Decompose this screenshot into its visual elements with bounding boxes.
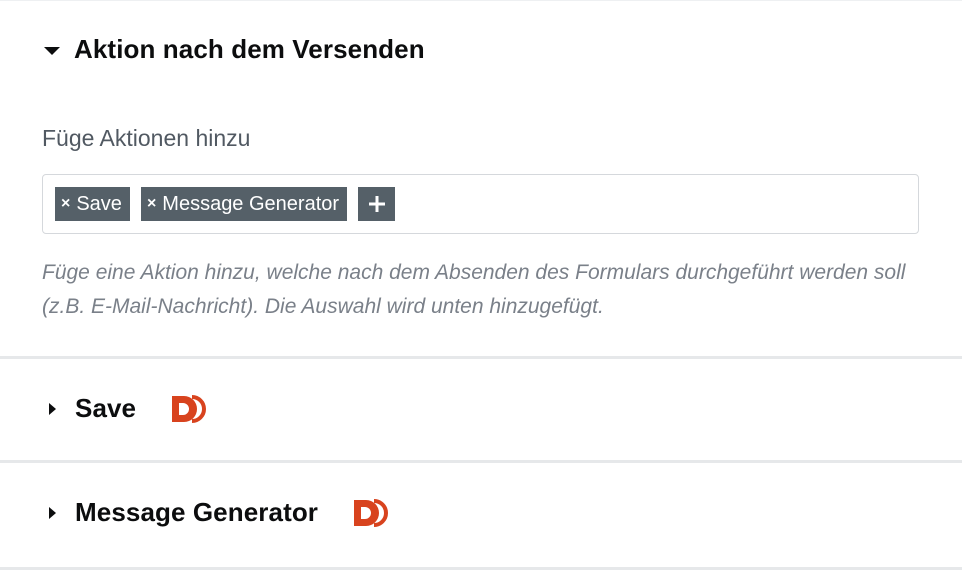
remove-tag-save-icon[interactable]: × [61, 195, 70, 213]
section-after-submit: Aktion nach dem Versenden Füge Aktionen … [0, 0, 962, 356]
actions-field-label: Füge Aktionen hinzu [42, 125, 251, 151]
actions-help-text: Füge eine Aktion hinzu, welche nach dem … [42, 261, 906, 318]
dynamic-content-logo-icon [354, 498, 389, 527]
tag-label: Save [76, 192, 122, 215]
section-message-generator-header[interactable]: Message Generator [44, 497, 390, 528]
section-title: Message Generator [75, 497, 319, 527]
section-divider [0, 567, 962, 572]
tag-message-generator: × Message Generator [140, 187, 348, 221]
remove-tag-message-generator-icon[interactable]: × [147, 195, 156, 213]
tag-save: × Save [55, 187, 130, 221]
caret-down-icon [44, 46, 60, 55]
dynamic-content-logo-icon [172, 394, 207, 423]
tag-label: Message Generator [162, 192, 340, 215]
section-save: Save [0, 356, 962, 460]
section-message-generator: Message Generator [0, 460, 962, 564]
caret-right-icon [49, 506, 56, 519]
actions-tag-input[interactable]: × Save × Message Generator [42, 174, 919, 234]
section-save-header[interactable]: Save [44, 393, 208, 424]
plus-icon [368, 196, 385, 212]
form-actions-panel: Aktion nach dem Versenden Füge Aktionen … [0, 0, 962, 572]
section-title: Save [75, 393, 137, 423]
section-after-submit-header[interactable]: Aktion nach dem Versenden [44, 34, 425, 65]
add-action-button[interactable] [358, 187, 396, 221]
section-title: Aktion nach dem Versenden [74, 34, 425, 64]
caret-right-icon [49, 402, 56, 415]
